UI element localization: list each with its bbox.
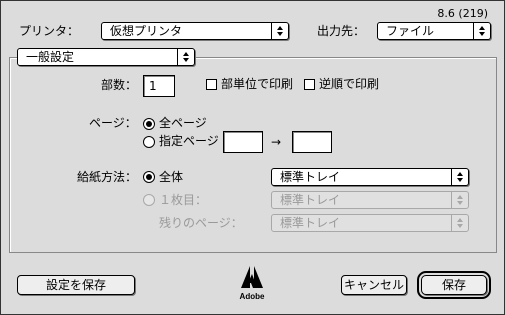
paper-all-popup[interactable]: 標準トレイ bbox=[271, 168, 469, 186]
paper-first-label: １枚目： bbox=[159, 193, 208, 207]
printer-value: 仮想プリンタ bbox=[110, 24, 183, 38]
destination-label: 出力先： bbox=[317, 24, 366, 38]
paper-all-label: 全体 bbox=[159, 170, 184, 184]
paper-all-radio[interactable] bbox=[143, 171, 155, 183]
popup-arrows-icon bbox=[177, 49, 194, 65]
paper-source-label: 給紙方法： bbox=[77, 170, 138, 184]
adobe-logo-mark bbox=[241, 266, 263, 288]
collate-checkbox[interactable] bbox=[206, 79, 217, 90]
pages-range-radio[interactable] bbox=[143, 136, 155, 148]
reverse-checkbox[interactable] bbox=[304, 79, 315, 90]
copies-value: 1 bbox=[149, 79, 157, 93]
reverse-label: 逆順で印刷 bbox=[319, 77, 380, 91]
adobe-logo-text: Adobe bbox=[239, 292, 265, 301]
paper-all-value: 標準トレイ bbox=[280, 170, 341, 184]
popup-arrows-icon bbox=[451, 215, 468, 231]
paper-first-radio[interactable] bbox=[143, 194, 155, 206]
copies-label: 部数： bbox=[101, 78, 138, 92]
panel-popup[interactable]: 一般設定 bbox=[17, 48, 195, 66]
printer-popup[interactable]: 仮想プリンタ bbox=[101, 22, 289, 40]
destination-value: ファイル bbox=[386, 24, 435, 38]
cancel-button[interactable]: キャンセル bbox=[341, 275, 407, 295]
paper-rest-value: 標準トレイ bbox=[280, 216, 341, 230]
collate-label: 部単位で印刷 bbox=[221, 77, 294, 91]
pages-all-radio[interactable] bbox=[143, 118, 155, 130]
pages-range-label: 指定ページ bbox=[159, 134, 219, 148]
pages-from-field[interactable] bbox=[223, 131, 263, 153]
save-settings-button[interactable]: 設定を保存 bbox=[17, 275, 135, 295]
pages-label: ページ： bbox=[89, 116, 137, 130]
panel-value: 一般設定 bbox=[26, 50, 75, 64]
arrow-right-icon: → bbox=[271, 135, 282, 149]
popup-arrows-icon bbox=[451, 169, 468, 185]
paper-first-value: 標準トレイ bbox=[280, 193, 341, 207]
popup-arrows-icon bbox=[473, 23, 490, 39]
printer-label: プリンタ： bbox=[19, 24, 80, 38]
destination-popup[interactable]: ファイル bbox=[377, 22, 491, 40]
adobe-logo-icon: Adobe bbox=[235, 265, 269, 305]
paper-rest-popup[interactable]: 標準トレイ bbox=[271, 214, 469, 232]
version-label: 8.6 (219) bbox=[437, 7, 488, 20]
pages-all-label: 全ページ bbox=[159, 116, 207, 130]
copies-field[interactable]: 1 bbox=[143, 75, 175, 97]
print-dialog: 8.6 (219) プリンタ： 仮想プリンタ 出力先： ファイル 一般設定 部数… bbox=[0, 0, 505, 315]
paper-rest-label: 残りのページ： bbox=[159, 216, 243, 230]
save-button[interactable]: 保存 bbox=[417, 271, 491, 299]
popup-arrows-icon bbox=[271, 23, 288, 39]
pages-to-field[interactable] bbox=[292, 131, 332, 153]
paper-first-popup[interactable]: 標準トレイ bbox=[271, 191, 469, 209]
popup-arrows-icon bbox=[451, 192, 468, 208]
